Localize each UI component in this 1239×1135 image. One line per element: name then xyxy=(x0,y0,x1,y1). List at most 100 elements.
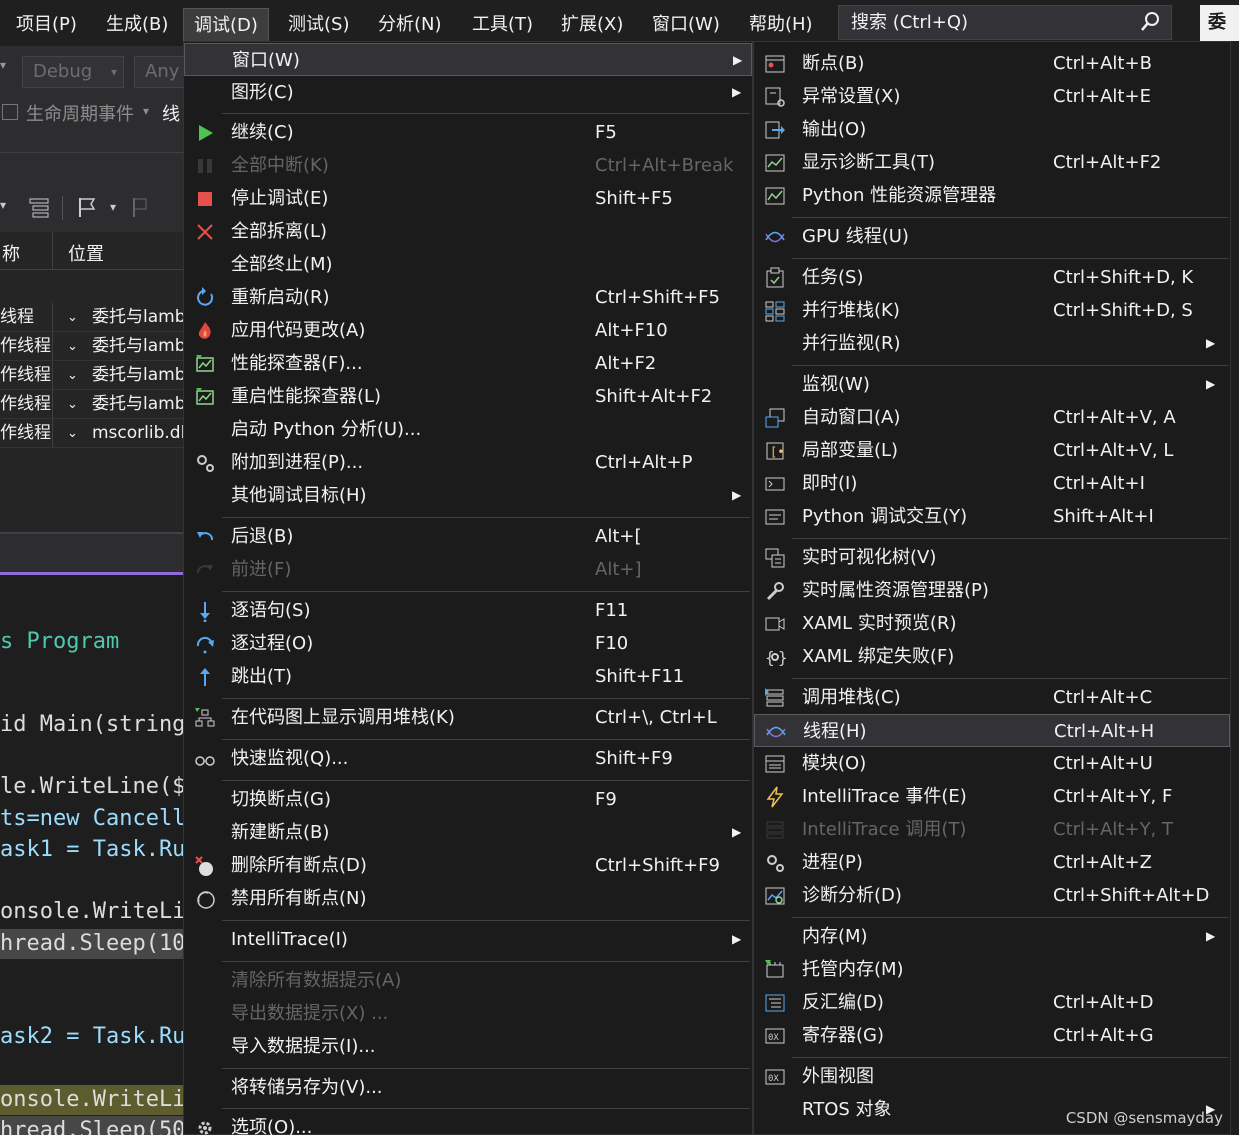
menu-extensions[interactable]: 扩展(X) xyxy=(561,0,623,46)
debug-menu-item[interactable]: 全部中断(K) Ctrl+Alt+Break xyxy=(184,149,752,182)
debug-menu-item[interactable]: 后退(B) Alt+[ xyxy=(184,520,752,553)
flag-icon[interactable] xyxy=(76,196,98,218)
debug-menu-item[interactable]: 禁用所有断点(N) xyxy=(184,882,752,915)
debug-menu-item-label: 删除所有断点(D) xyxy=(231,855,367,876)
window-submenu-item[interactable]: 任务(S) Ctrl+Shift+D, K xyxy=(754,261,1230,294)
menu-test[interactable]: 测试(S) xyxy=(288,0,349,46)
debug-menu-item[interactable]: 选项(O)... xyxy=(184,1111,752,1135)
window-submenu-item[interactable]: 模块(O) Ctrl+Alt+U xyxy=(754,747,1230,780)
window-submenu-item[interactable]: 显示诊断工具(T) Ctrl+Alt+F2 xyxy=(754,146,1230,179)
menu-window[interactable]: 窗口(W) xyxy=(652,0,720,46)
debug-menu-item[interactable]: 清除所有数据提示(A) xyxy=(184,964,752,997)
chevron-down-icon[interactable]: ⌄ xyxy=(67,332,78,361)
thread-row[interactable]: 线程 ⌄ 委托与lamb xyxy=(0,303,183,332)
thread-row[interactable]: 作线程 ⌄ mscorlib.dll xyxy=(0,419,183,448)
window-submenu-item[interactable]: 托管内存(M) xyxy=(754,953,1230,986)
window-submenu-item[interactable]: 即时(I) Ctrl+Alt+I xyxy=(754,467,1230,500)
window-submenu-item[interactable]: 线程(H) Ctrl+Alt+H xyxy=(754,714,1230,747)
debug-menu-item[interactable]: 启动 Python 分析(U)... xyxy=(184,413,752,446)
window-submenu-item[interactable]: 异常设置(X) Ctrl+Alt+E xyxy=(754,80,1230,113)
debug-menu-item[interactable]: IntelliTrace(I) ▶ xyxy=(184,923,752,956)
window-submenu-item[interactable]: Python 调试交互(Y) Shift+Alt+I xyxy=(754,500,1230,533)
window-submenu-item-shortcut: Ctrl+Alt+U xyxy=(1053,753,1153,774)
window-submenu-item[interactable]: Python 性能资源管理器 xyxy=(754,179,1230,212)
thread-row[interactable]: 作线程 ⌄ 委托与lamb xyxy=(0,390,183,419)
debug-menu-item-shortcut: Ctrl+Shift+F9 xyxy=(595,855,720,876)
menu-project[interactable]: 项目(P) xyxy=(16,0,77,46)
menu-build[interactable]: 生成(B) xyxy=(106,0,168,46)
debug-menu-item[interactable]: 应用代码更改(A) Alt+F10 xyxy=(184,314,752,347)
window-submenu-item[interactable]: 调用堆栈(C) Ctrl+Alt+C xyxy=(754,681,1230,714)
debug-menu-item-label: IntelliTrace(I) xyxy=(231,929,348,950)
chevron-down-icon[interactable]: ⌄ xyxy=(67,390,78,419)
flag-disabled-icon[interactable] xyxy=(128,196,150,218)
window-submenu-item[interactable]: 内存(M) ▶ xyxy=(754,920,1230,953)
debug-menu-item[interactable]: 在代码图上显示调用堆栈(K) Ctrl+\, Ctrl+L xyxy=(184,701,752,734)
window-submenu-item[interactable]: GPU 线程(U) xyxy=(754,220,1230,253)
debug-menu-item[interactable]: 逐过程(O) F10 xyxy=(184,627,752,660)
column-header-location[interactable]: 位置 xyxy=(68,240,104,266)
window-submenu-item[interactable]: [•] 局部变量(L) Ctrl+Alt+V, L xyxy=(754,434,1230,467)
window-submenu-item[interactable]: {} XAML 绑定失败(F) xyxy=(754,640,1230,673)
lifecycle-events[interactable]: 生命周期事件 xyxy=(26,100,134,126)
debug-menu-item[interactable]: 重启性能探查器(L) Shift+Alt+F2 xyxy=(184,380,752,413)
chevron-down-icon[interactable]: ⌄ xyxy=(67,361,78,390)
debug-menu-item[interactable]: 导出数据提示(X) ... xyxy=(184,997,752,1030)
debug-menu-item[interactable]: 删除所有断点(D) Ctrl+Shift+F9 xyxy=(184,849,752,882)
thread-row[interactable]: 作线程 ⌄ 委托与lamb xyxy=(0,332,183,361)
code-editor[interactable]: s Program id Main(string le.WriteLine($ ts=… xyxy=(0,575,183,1135)
debug-menu-item[interactable]: 继续(C) F5 xyxy=(184,116,752,149)
configuration-combo[interactable]: Debug ▾ xyxy=(22,56,124,88)
thread-name: 作线程 xyxy=(0,336,51,356)
debug-menu-item[interactable]: 切换断点(G) F9 xyxy=(184,783,752,816)
debug-menu-item[interactable]: 快速监视(Q)... Shift+F9 xyxy=(184,742,752,775)
debug-menu-item[interactable]: 全部终止(M) xyxy=(184,248,752,281)
window-submenu-item[interactable]: 0X 寄存器(G) Ctrl+Alt+G xyxy=(754,1019,1230,1052)
window-submenu-item[interactable]: 诊断分析(D) Ctrl+Shift+Alt+D xyxy=(754,879,1230,912)
debug-menu-item[interactable]: 重新启动(R) Ctrl+Shift+F5 xyxy=(184,281,752,314)
window-submenu-item[interactable]: 断点(B) Ctrl+Alt+B xyxy=(754,47,1230,80)
debug-menu: 窗口(W) ▶ 图形(C) ▶ 继续(C) F5 全部中断(K) Ctrl+Alt+Break… xyxy=(183,41,753,1135)
output-icon xyxy=(765,121,785,139)
window-submenu-item[interactable]: 实时可视化树(V) xyxy=(754,541,1230,574)
debug-menu-item[interactable]: 前进(F) Alt+] xyxy=(184,553,752,586)
window-submenu-item-label: 实时属性资源管理器(P) xyxy=(802,580,989,601)
window-submenu-item[interactable]: IntelliTrace 调用(T) Ctrl+Alt+Y, T xyxy=(754,813,1230,846)
debug-menu-item[interactable]: 图形(C) ▶ xyxy=(184,76,752,109)
window-submenu-item[interactable]: 监视(W) ▶ xyxy=(754,368,1230,401)
document-tab[interactable]: 委托 xyxy=(1200,5,1239,41)
window-submenu-item[interactable]: IntelliTrace 事件(E) Ctrl+Alt+Y, F xyxy=(754,780,1230,813)
debug-menu-item[interactable]: 停止调试(E) Shift+F5 xyxy=(184,182,752,215)
debug-menu-item[interactable]: 附加到进程(P)... Ctrl+Alt+P xyxy=(184,446,752,479)
debug-menu-item[interactable]: 性能探查器(F)... Alt+F2 xyxy=(184,347,752,380)
window-submenu-item[interactable]: 0X 外围视图 xyxy=(754,1060,1230,1093)
debug-menu-item[interactable]: 窗口(W) ▶ xyxy=(184,43,752,76)
menu-analyze[interactable]: 分析(N) xyxy=(378,0,442,46)
window-submenu-item[interactable]: 输出(O) xyxy=(754,113,1230,146)
thread-location: 委托与lamb xyxy=(92,307,183,327)
search-box[interactable]: 搜索 (Ctrl+Q) xyxy=(838,5,1172,40)
window-submenu-item[interactable]: 反汇编(D) Ctrl+Alt+D xyxy=(754,986,1230,1019)
menu-help[interactable]: 帮助(H) xyxy=(749,0,813,46)
chevron-down-icon[interactable]: ⌄ xyxy=(67,419,78,448)
group-icon[interactable] xyxy=(28,196,50,218)
window-submenu-item[interactable]: 并行堆栈(K) Ctrl+Shift+D, S xyxy=(754,294,1230,327)
debug-menu-item[interactable]: 将转储另存为(V)... xyxy=(184,1071,752,1104)
chevron-down-icon[interactable]: ⌄ xyxy=(67,303,78,332)
debug-menu-item[interactable]: 新建断点(B) ▶ xyxy=(184,816,752,849)
column-header-name[interactable]: 称 xyxy=(2,240,20,266)
debug-menu-item[interactable]: 全部拆离(L) xyxy=(184,215,752,248)
debug-menu-item[interactable]: 逐语句(S) F11 xyxy=(184,594,752,627)
debug-menu-item[interactable]: 导入数据提示(I)... xyxy=(184,1030,752,1063)
thread-row[interactable]: 作线程 ⌄ 委托与lamb xyxy=(0,361,183,390)
window-submenu-item[interactable]: 并行监视(R) ▶ xyxy=(754,327,1230,360)
debug-menu-item[interactable]: 跳出(T) Shift+F11 xyxy=(184,660,752,693)
menu-tools[interactable]: 工具(T) xyxy=(472,0,533,46)
thread-name: 作线程 xyxy=(0,394,51,414)
window-submenu-item[interactable]: 进程(P) Ctrl+Alt+Z xyxy=(754,846,1230,879)
window-submenu-item[interactable]: 自动窗口(A) Ctrl+Alt+V, A xyxy=(754,401,1230,434)
window-submenu-item[interactable]: 实时属性资源管理器(P) xyxy=(754,574,1230,607)
debug-menu-item[interactable]: 其他调试目标(H) ▶ xyxy=(184,479,752,512)
debug-menu-item-shortcut: Alt+[ xyxy=(595,526,642,547)
window-submenu-item[interactable]: XAML 实时预览(R) xyxy=(754,607,1230,640)
